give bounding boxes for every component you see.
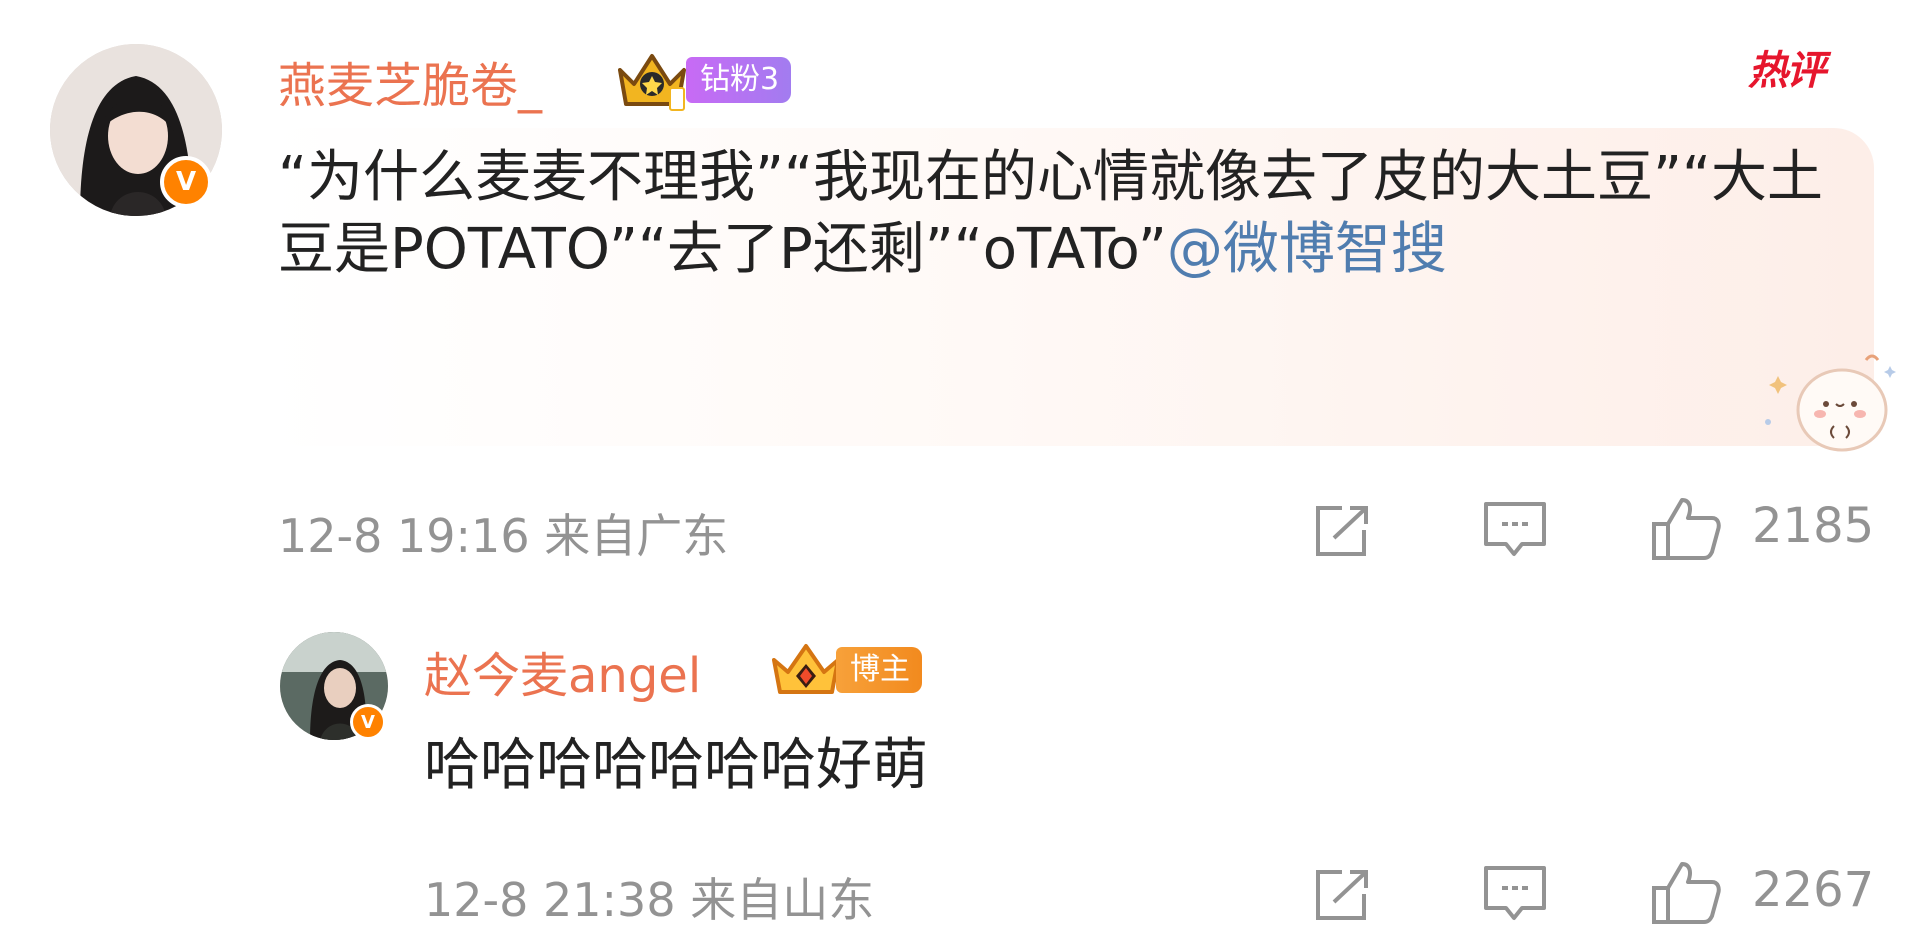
mascot-sticker (1750, 346, 1900, 460)
comment-icon[interactable] (1482, 864, 1548, 924)
share-icon[interactable] (1312, 502, 1374, 558)
like-icon[interactable] (1650, 494, 1722, 562)
comment-meta: 12-8 19:16 来自广东 (278, 509, 729, 563)
crown-icon (618, 54, 686, 111)
fan-badge-label: 钻粉3 (686, 57, 792, 103)
comment-icon[interactable] (1482, 500, 1548, 560)
replier-username[interactable]: 赵今麦angel (424, 636, 701, 706)
verified-v-icon: V (350, 704, 386, 740)
fan-badge[interactable]: 钻粉3 (612, 48, 792, 112)
share-icon[interactable] (1312, 866, 1374, 922)
verified-v-icon: V (160, 156, 212, 208)
like-count: 2185 (1752, 498, 1875, 554)
blogger-badge[interactable]: 博主 (768, 640, 922, 700)
mention-link[interactable]: @微博智搜 (1167, 217, 1447, 282)
like-count: 2267 (1752, 862, 1875, 918)
comment-body: “为什么麦麦不理我”“我现在的心情就像去了皮的大土豆”“大土豆是POTATO”“… (278, 145, 1824, 282)
like-icon[interactable] (1650, 858, 1722, 926)
hot-comment-tag: 热评 (1748, 48, 1826, 94)
reply-meta: 12-8 21:38 来自山东 (424, 873, 875, 927)
blogger-badge-label: 博主 (836, 647, 922, 693)
commenter-username[interactable]: 燕麦芝脆卷_ (278, 46, 542, 116)
crown-icon (772, 644, 840, 694)
comment-text: “为什么麦麦不理我”“我现在的心情就像去了皮的大土豆”“大土豆是POTATO”“… (278, 142, 1838, 286)
reply-text: 哈哈哈哈哈哈哈好萌 (424, 733, 928, 798)
